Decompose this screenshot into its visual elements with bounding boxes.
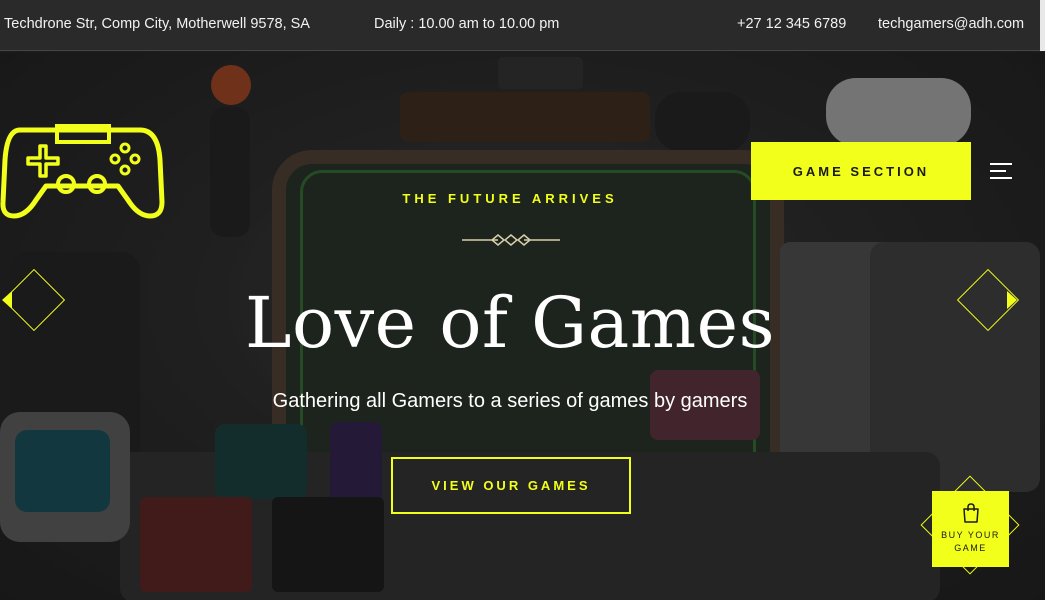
scrollbar[interactable] <box>1040 0 1045 51</box>
shopping-bag-icon <box>962 503 979 523</box>
arrow-right-icon <box>1007 291 1017 309</box>
site-logo[interactable] <box>0 120 165 224</box>
hamburger-menu-icon[interactable] <box>990 163 1012 179</box>
buy-your-game-button[interactable]: BUY YOUR GAME <box>932 491 1009 567</box>
ornament-divider-icon <box>462 234 560 246</box>
game-section-button[interactable]: GAME SECTION <box>751 142 971 200</box>
view-our-games-button[interactable]: VIEW OUR GAMES <box>391 457 631 514</box>
buy-your-game-label: BUY YOUR GAME <box>941 530 1000 553</box>
address-text: Techdrone Str, Comp City, Motherwell 957… <box>4 16 310 32</box>
top-info-bar: Techdrone Str, Comp City, Motherwell 957… <box>0 0 1045 51</box>
email-link[interactable]: techgamers@adh.com <box>878 16 1024 32</box>
hero-headline: Love of Games <box>244 282 776 364</box>
phone-link[interactable]: +27 12 345 6789 <box>737 16 846 32</box>
gamepad-icon <box>0 124 165 219</box>
opening-hours-text: Daily : 10.00 am to 10.00 pm <box>374 16 560 32</box>
hero-tagline: Gathering all Gamers to a series of game… <box>272 390 748 412</box>
hero-subtitle: THE FUTURE ARRIVES <box>402 191 618 206</box>
arrow-left-icon <box>2 291 12 309</box>
